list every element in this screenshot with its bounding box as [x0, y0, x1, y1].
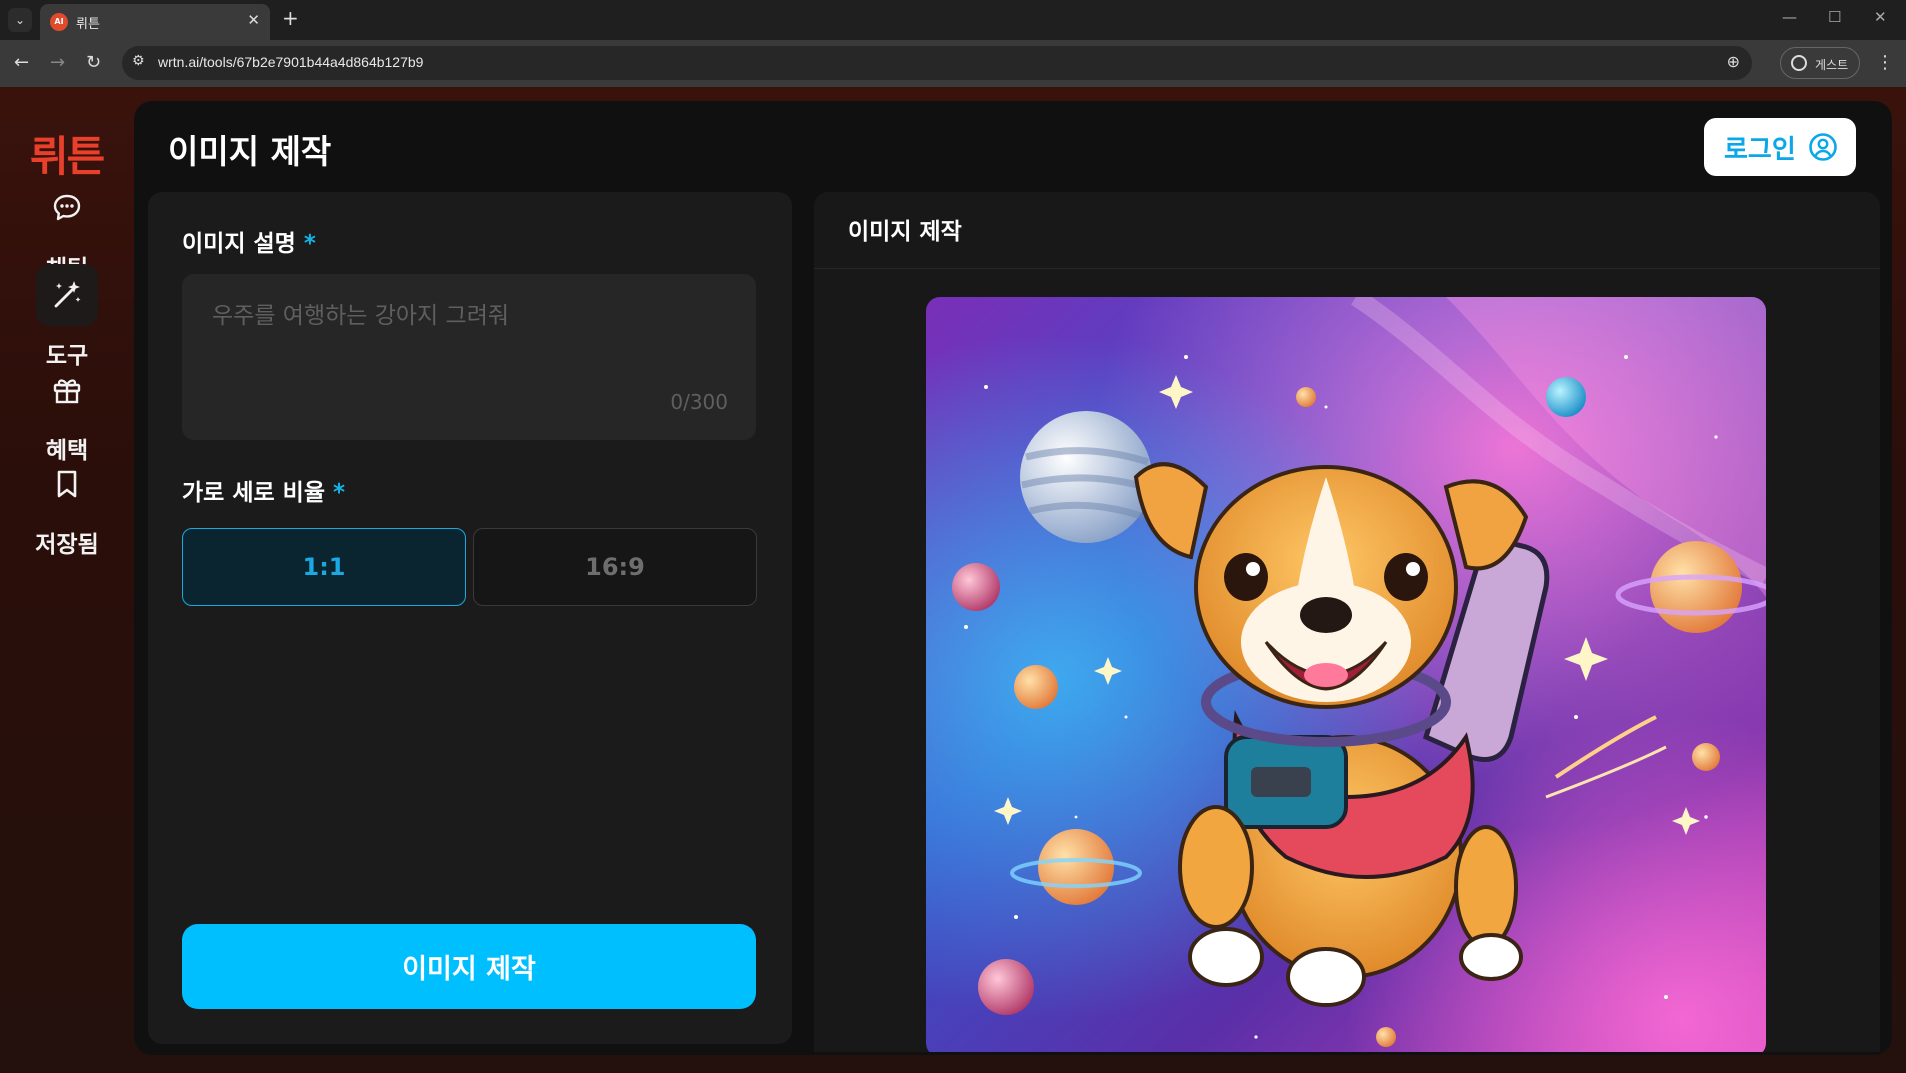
description-label: 이미지 설명 *: [182, 224, 316, 258]
browser-tab[interactable]: AI 뤼튼 ✕: [40, 4, 270, 40]
tab-title: 뤼튼: [76, 17, 100, 32]
browser-toolbar: ← → ↻ ⚙ wrtn.ai/tools/67b2e7901b44a4d864…: [0, 40, 1906, 87]
close-tab-icon[interactable]: ✕: [247, 11, 260, 29]
forward-icon[interactable]: →: [50, 52, 65, 73]
new-tab-icon[interactable]: +: [282, 6, 299, 30]
preview-title: 이미지 제작: [848, 219, 962, 245]
ratio-option-16-9[interactable]: 16:9: [473, 528, 757, 606]
sidebar-item-tools[interactable]: 도구: [27, 264, 107, 374]
zoom-icon[interactable]: ⊕: [1727, 52, 1740, 71]
form-panel: 이미지 설명 * 우주를 여행하는 강아지 그려줘 0/300 가로 세로 비율…: [148, 192, 792, 1044]
minimize-icon[interactable]: —: [1782, 8, 1797, 26]
page-title: 이미지 제작: [168, 132, 332, 171]
sidebar-item-label: 저장됨: [35, 532, 99, 558]
required-mark: *: [303, 231, 316, 257]
divider: [814, 268, 1880, 269]
profile-label: 게스트: [1815, 58, 1849, 72]
ratio-label: 가로 세로 비율 *: [182, 473, 345, 507]
login-button[interactable]: 로그인: [1704, 118, 1856, 176]
tab-search-button[interactable]: ⌄: [8, 8, 32, 32]
sidebar: 뤼튼 채팅 도구 혜택 저장됨: [0, 87, 134, 1073]
description-placeholder: 우주를 여행하는 강아지 그려줘: [212, 303, 510, 329]
back-icon[interactable]: ←: [14, 52, 29, 73]
url-text[interactable]: wrtn.ai/tools/67b2e7901b44a4d864b127b9: [158, 54, 423, 70]
browser-tab-bar: ⌄ AI 뤼튼 ✕ + — ☐ ✕: [0, 0, 1906, 40]
magic-wand-icon: [36, 264, 98, 326]
required-mark: *: [333, 480, 346, 506]
favicon-icon: AI: [50, 13, 68, 31]
app-root: 뤼튼 채팅 도구 혜택 저장됨 이미지 제작: [0, 87, 1906, 1073]
login-label: 로그인: [1724, 134, 1796, 165]
browser-menu-icon[interactable]: ⋮: [1876, 52, 1894, 73]
generate-image-button[interactable]: 이미지 제작: [182, 924, 756, 1009]
generated-image[interactable]: [926, 297, 1766, 1052]
gift-icon: [36, 359, 98, 421]
sidebar-item-saved[interactable]: 저장됨: [27, 453, 107, 563]
profile-button[interactable]: 게스트: [1780, 47, 1860, 79]
ratio-label-text: 가로 세로 비율: [182, 480, 325, 506]
user-circle-icon: [1809, 133, 1837, 161]
char-counter: 0/300: [670, 390, 728, 414]
ratio-option-1-1[interactable]: 1:1: [182, 528, 466, 606]
wrtn-logo[interactable]: 뤼튼: [30, 123, 105, 184]
description-input[interactable]: 우주를 여행하는 강아지 그려줘 0/300: [182, 274, 756, 440]
chat-bubble-icon: [36, 177, 98, 239]
site-info-icon[interactable]: ⚙: [132, 53, 145, 69]
preview-panel: 이미지 제작: [814, 192, 1880, 1052]
main-content: 이미지 제작 로그인 이미지 설명 * 우주를 여행하는 강아지 그려줘 0/3…: [134, 101, 1892, 1055]
description-label-text: 이미지 설명: [182, 231, 296, 257]
profile-icon: [1791, 55, 1807, 71]
maximize-icon[interactable]: ☐: [1828, 8, 1841, 26]
reload-icon[interactable]: ↻: [86, 52, 101, 73]
address-bar[interactable]: ⚙ wrtn.ai/tools/67b2e7901b44a4d864b127b9…: [122, 46, 1752, 80]
close-window-icon[interactable]: ✕: [1874, 8, 1887, 26]
bookmark-icon: [36, 453, 98, 515]
space-dog-illustration: [926, 297, 1766, 1052]
